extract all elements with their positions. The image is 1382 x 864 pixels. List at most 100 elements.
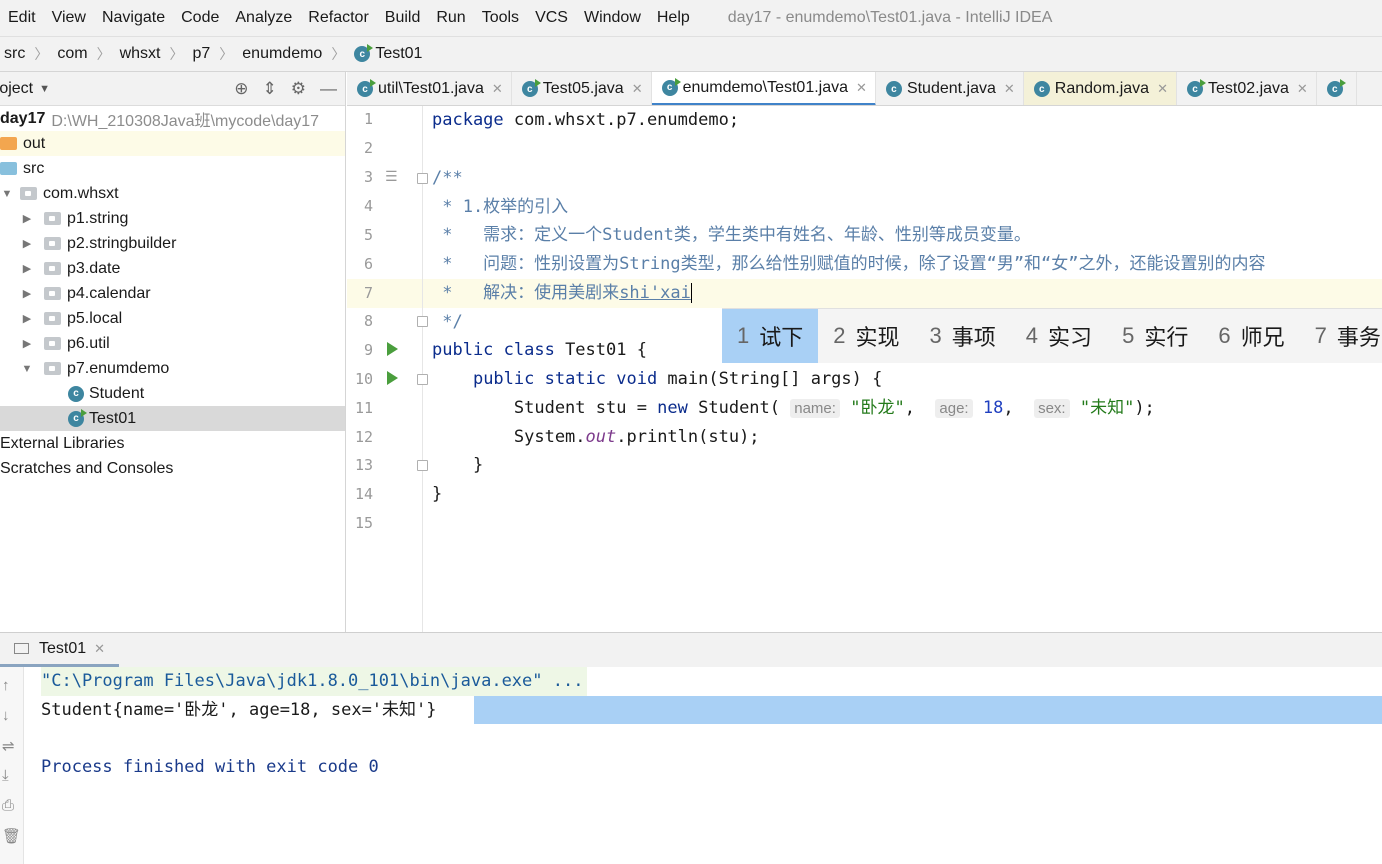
collapse-all-icon[interactable]: ⇕ [263,79,277,99]
code-text: main(String[] args) { [657,369,883,389]
chevron-right-icon[interactable]: ▶ [20,287,34,300]
tab-random[interactable]: c Random.java ✕ [1023,72,1177,105]
code-editor[interactable]: 1 2 3 4 5 6 7 8 9 10 11 12 13 14 15 ☰ pa… [347,106,1382,632]
fold-marker-icon[interactable] [417,460,428,471]
breadcrumb-src[interactable]: src [4,45,25,63]
tree-item-src[interactable]: src [0,156,345,181]
tree-item-external-libraries[interactable]: External Libraries [0,431,345,456]
candidate-word: 实行 [1144,325,1189,350]
window-title: day17 - enumdemo\Test01.java - IntelliJ … [727,9,1053,26]
tree-item-package[interactable]: ▶ p2.stringbuilder [0,231,345,256]
string-literal: "未知" [1079,398,1135,418]
locate-icon[interactable]: ⊕ [234,79,248,99]
fold-marker-icon[interactable] [417,316,428,327]
chevron-right-icon[interactable]: ▶ [20,312,34,325]
menu-window[interactable]: Window [576,9,649,27]
tree-item-root[interactable]: day17 D:\WH_210308Java班\mycode\day17 [0,106,345,131]
arrow-down-icon[interactable]: ↓ [2,707,10,724]
ime-candidate[interactable]: 3 事项 [915,309,1011,363]
ime-candidate[interactable]: 7 事务 [1300,309,1382,363]
gear-icon[interactable]: ⚙ [291,79,306,99]
tab-student[interactable]: c Student.java ✕ [876,72,1024,105]
arrow-up-icon[interactable]: ↑ [2,677,10,694]
tab-label: Student.java [906,80,996,97]
candidate-number: 1 [737,323,750,348]
chevron-down-icon[interactable]: ▼ [20,363,34,375]
ime-candidate[interactable]: 6 师兄 [1203,309,1299,363]
ime-candidate[interactable]: 1 试下 [722,309,819,363]
line-number: 14 [354,485,373,503]
tree-item-package[interactable]: ▶ p6.util [0,331,345,356]
chevron-down-icon[interactable]: ▼ [39,83,50,95]
close-icon[interactable]: ✕ [1157,81,1168,97]
tab-test05[interactable]: c Test05.java ✕ [512,72,652,105]
tree-item-package[interactable]: ▶ p5.local [0,306,345,331]
param-hint-sex: sex: [1034,399,1070,418]
breadcrumb-p7[interactable]: p7 [192,45,210,63]
menu-vcs[interactable]: VCS [527,9,576,27]
fold-marker-icon[interactable] [417,374,428,385]
minimize-icon[interactable]: — [320,79,337,99]
breadcrumb-com[interactable]: com [57,45,87,63]
menu-run[interactable]: Run [428,9,473,27]
folder-icon [0,162,17,175]
menu-help[interactable]: Help [649,9,698,27]
breadcrumb-test01-label: Test01 [375,45,423,62]
package-icon [44,362,61,375]
soft-wrap-icon[interactable]: ⇌ [2,737,15,755]
menu-refactor[interactable]: Refactor [300,9,376,27]
tree-item-out[interactable]: out [0,131,345,156]
close-icon[interactable]: ✕ [632,81,643,97]
scroll-to-end-icon[interactable]: ⤓ [2,767,9,784]
chevron-right-icon[interactable]: ▶ [20,212,34,225]
chevron-right-icon[interactable]: ▶ [20,262,34,275]
tree-item-com-whsxt[interactable]: ▼ com.whsxt [0,181,345,206]
ime-candidate[interactable]: 4 实习 [1011,309,1107,363]
ime-candidate[interactable]: 5 实行 [1107,309,1203,363]
render-doc-icon[interactable]: ☰ [385,168,398,185]
run-gutter-icon[interactable] [387,342,398,356]
fold-marker-icon[interactable] [417,173,428,184]
breadcrumb-enumdemo[interactable]: enumdemo [242,45,322,63]
ime-candidate[interactable]: 2 实现 [818,309,914,363]
trash-icon[interactable]: 🗑 [2,827,21,845]
tab-util-test01[interactable]: c util\Test01.java ✕ [347,72,512,105]
chevron-right-icon[interactable]: ▶ [20,237,34,250]
tree-item-package[interactable]: ▶ p3.date [0,256,345,281]
tree-item-package[interactable]: ▶ p4.calendar [0,281,345,306]
print-icon[interactable]: ⎙ [2,797,14,814]
menu-navigate[interactable]: Navigate [94,9,173,27]
close-icon[interactable]: ✕ [1297,81,1308,97]
code-text: .println(stu); [616,427,760,447]
project-panel-title[interactable]: roject [0,80,33,98]
chevron-down-icon[interactable]: ▼ [0,188,14,200]
tree-item-scratches[interactable]: Scratches and Consoles [0,456,345,481]
close-icon[interactable]: ✕ [492,81,503,97]
tab-enumdemo-test01[interactable]: c enumdemo\Test01.java ✕ [651,72,876,105]
candidate-number: 4 [1025,323,1039,348]
tab-test02[interactable]: c Test02.java ✕ [1177,72,1317,105]
breadcrumb-whsxt[interactable]: whsxt [120,45,161,63]
run-tab-test01[interactable]: Test01 ✕ [0,633,120,667]
menu-analyze[interactable]: Analyze [227,9,300,27]
run-gutter-icon[interactable] [387,371,398,385]
breadcrumb-test01[interactable]: c Test01 [354,44,423,63]
tree-item-label: p5.local [67,309,123,327]
tree-item-package[interactable]: ▼ p7.enumdemo [0,356,345,381]
close-icon[interactable]: ✕ [94,641,105,657]
tree-item-class-selected[interactable]: c Test01 [0,406,345,431]
tab-more[interactable]: c [1317,72,1357,105]
menu-code[interactable]: Code [173,9,227,27]
close-icon[interactable]: ✕ [856,80,867,96]
class-icon: c [357,79,376,97]
menu-view[interactable]: View [44,9,94,27]
chevron-right-icon[interactable]: ▶ [20,337,34,350]
tree-item-class[interactable]: c Student [0,381,345,406]
candidate-number: 7 [1314,323,1327,348]
close-icon[interactable]: ✕ [1004,81,1015,97]
menu-tools[interactable]: Tools [474,9,527,27]
candidate-word: 事务 [1336,325,1381,350]
tree-item-package[interactable]: ▶ p1.string [0,206,345,231]
menu-edit[interactable]: Edit [0,9,44,27]
menu-build[interactable]: Build [377,9,429,27]
